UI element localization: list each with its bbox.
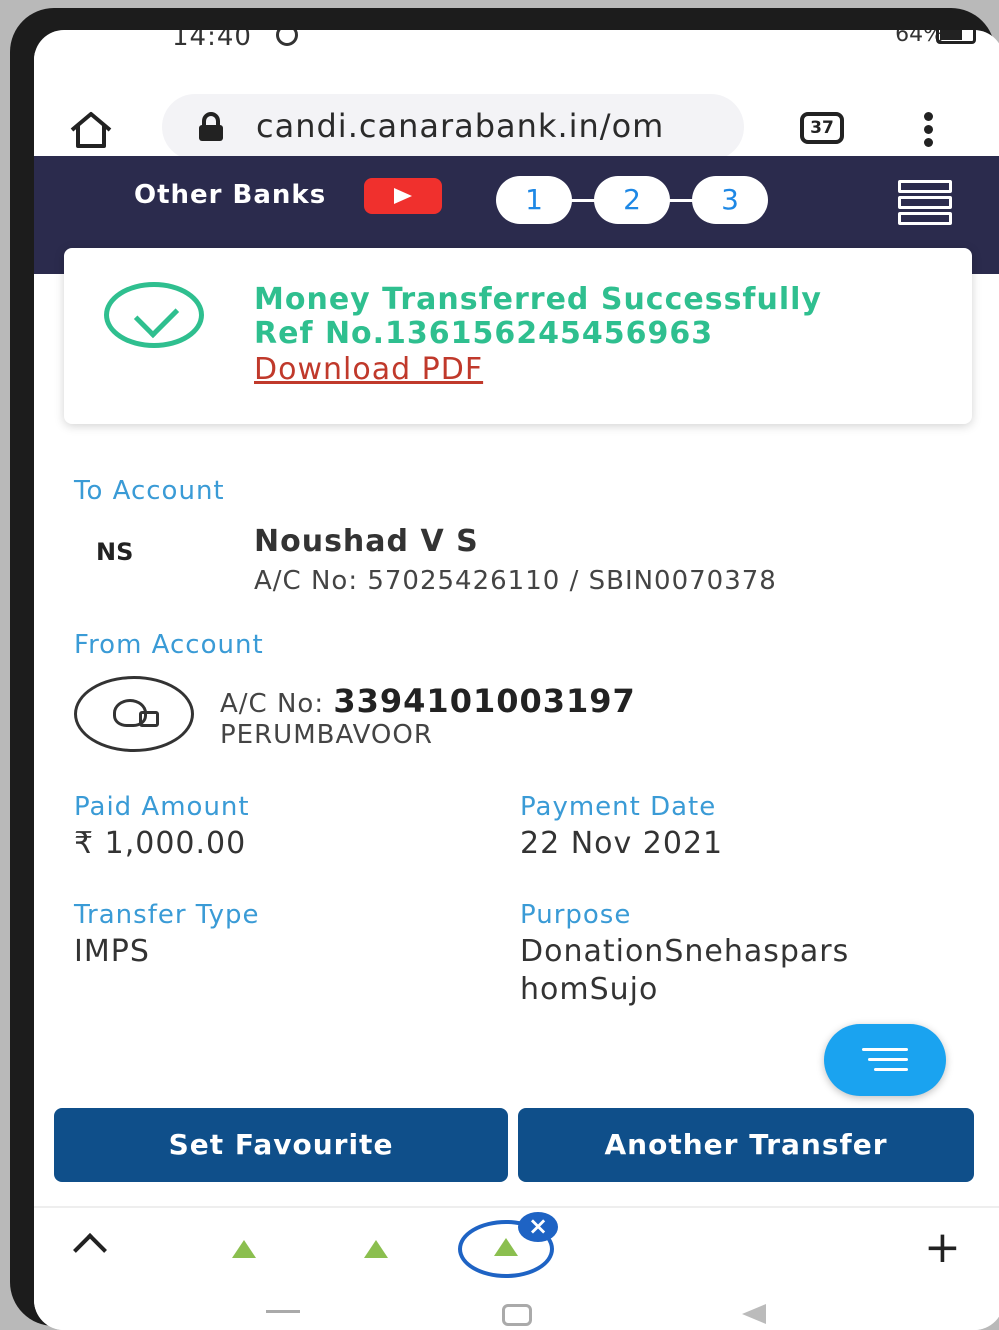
close-icon[interactable]: × <box>518 1212 558 1242</box>
reference-number: Ref No.136156245456963 <box>254 316 714 351</box>
home-icon[interactable] <box>68 110 114 150</box>
transfer-type-label: Transfer Type <box>74 900 260 930</box>
tab-thumbnail-icon[interactable] <box>364 1240 388 1258</box>
browser-url-bar: candi.canarabank.in/om 37 <box>34 52 999 160</box>
screen: 14:40 64% candi.canarabank.in/om 37 Othe… <box>34 30 999 1330</box>
paid-amount-label: Paid Amount <box>74 792 250 822</box>
purpose-value-line2: homSujo <box>520 972 659 1007</box>
check-circle-icon <box>104 282 204 348</box>
plus-icon[interactable]: + <box>924 1226 961 1270</box>
set-favourite-button[interactable]: Set Favourite <box>54 1108 508 1182</box>
payment-date-value: 22 Nov 2021 <box>520 826 724 861</box>
step-3: 3 <box>692 176 768 224</box>
account-number: 3394101003197 <box>333 682 636 720</box>
url-text: candi.canarabank.in/om <box>256 107 665 145</box>
whatsapp-icon <box>276 30 298 46</box>
payee-name: Noushad V S <box>254 524 479 559</box>
payment-date-label: Payment Date <box>520 792 717 822</box>
paid-amount-value: ₹ 1,000.00 <box>74 826 247 861</box>
system-nav-bar <box>34 1296 999 1330</box>
tab-thumbnail-icon[interactable] <box>232 1240 256 1258</box>
browser-bottom-bar: × + <box>34 1206 999 1298</box>
from-branch: PERUMBAVOOR <box>220 720 433 750</box>
account-prefix: A/C No: <box>220 689 334 719</box>
another-transfer-button[interactable]: Another Transfer <box>518 1108 974 1182</box>
purpose-value-line1: DonationSnehaspars <box>520 934 850 969</box>
avatar: NS <box>96 538 134 566</box>
success-card: Money Transferred Successfully Ref No.13… <box>64 248 972 424</box>
step-2: 2 <box>594 176 670 224</box>
chevron-up-icon[interactable] <box>73 1233 107 1267</box>
page-title: Other Banks <box>134 180 327 210</box>
from-account-label: From Account <box>74 630 264 660</box>
tab-thumbnail-icon <box>494 1238 518 1256</box>
purpose-label: Purpose <box>520 900 632 930</box>
money-bag-icon <box>74 676 194 752</box>
step-indicator: 1 2 3 <box>496 176 776 224</box>
phone-frame: 14:40 64% candi.canarabank.in/om 37 Othe… <box>10 8 999 1330</box>
more-menu-icon[interactable] <box>924 112 934 148</box>
from-account-number: A/C No: 3394101003197 <box>220 682 636 720</box>
payee-account-details: A/C No: 57025426110 / SBIN0070378 <box>254 566 777 596</box>
recents-icon[interactable] <box>266 1310 300 1313</box>
back-icon[interactable] <box>742 1304 766 1324</box>
transfer-type-value: IMPS <box>74 934 150 969</box>
step-1: 1 <box>496 176 572 224</box>
nav-home-icon[interactable] <box>502 1304 532 1326</box>
lock-icon <box>199 112 223 141</box>
youtube-icon[interactable] <box>364 178 442 214</box>
status-bar: 14:40 64% <box>34 30 999 52</box>
tabs-count-icon[interactable]: 37 <box>800 112 844 144</box>
success-message: Money Transferred Successfully <box>254 282 822 317</box>
to-account-label: To Account <box>74 476 225 506</box>
url-field[interactable]: candi.canarabank.in/om <box>162 94 744 160</box>
filter-fab-button[interactable] <box>824 1024 946 1096</box>
download-pdf-link[interactable]: Download PDF <box>254 352 483 387</box>
battery-icon <box>936 30 976 44</box>
status-time: 14:40 <box>172 30 252 52</box>
list-view-icon[interactable] <box>898 180 952 225</box>
